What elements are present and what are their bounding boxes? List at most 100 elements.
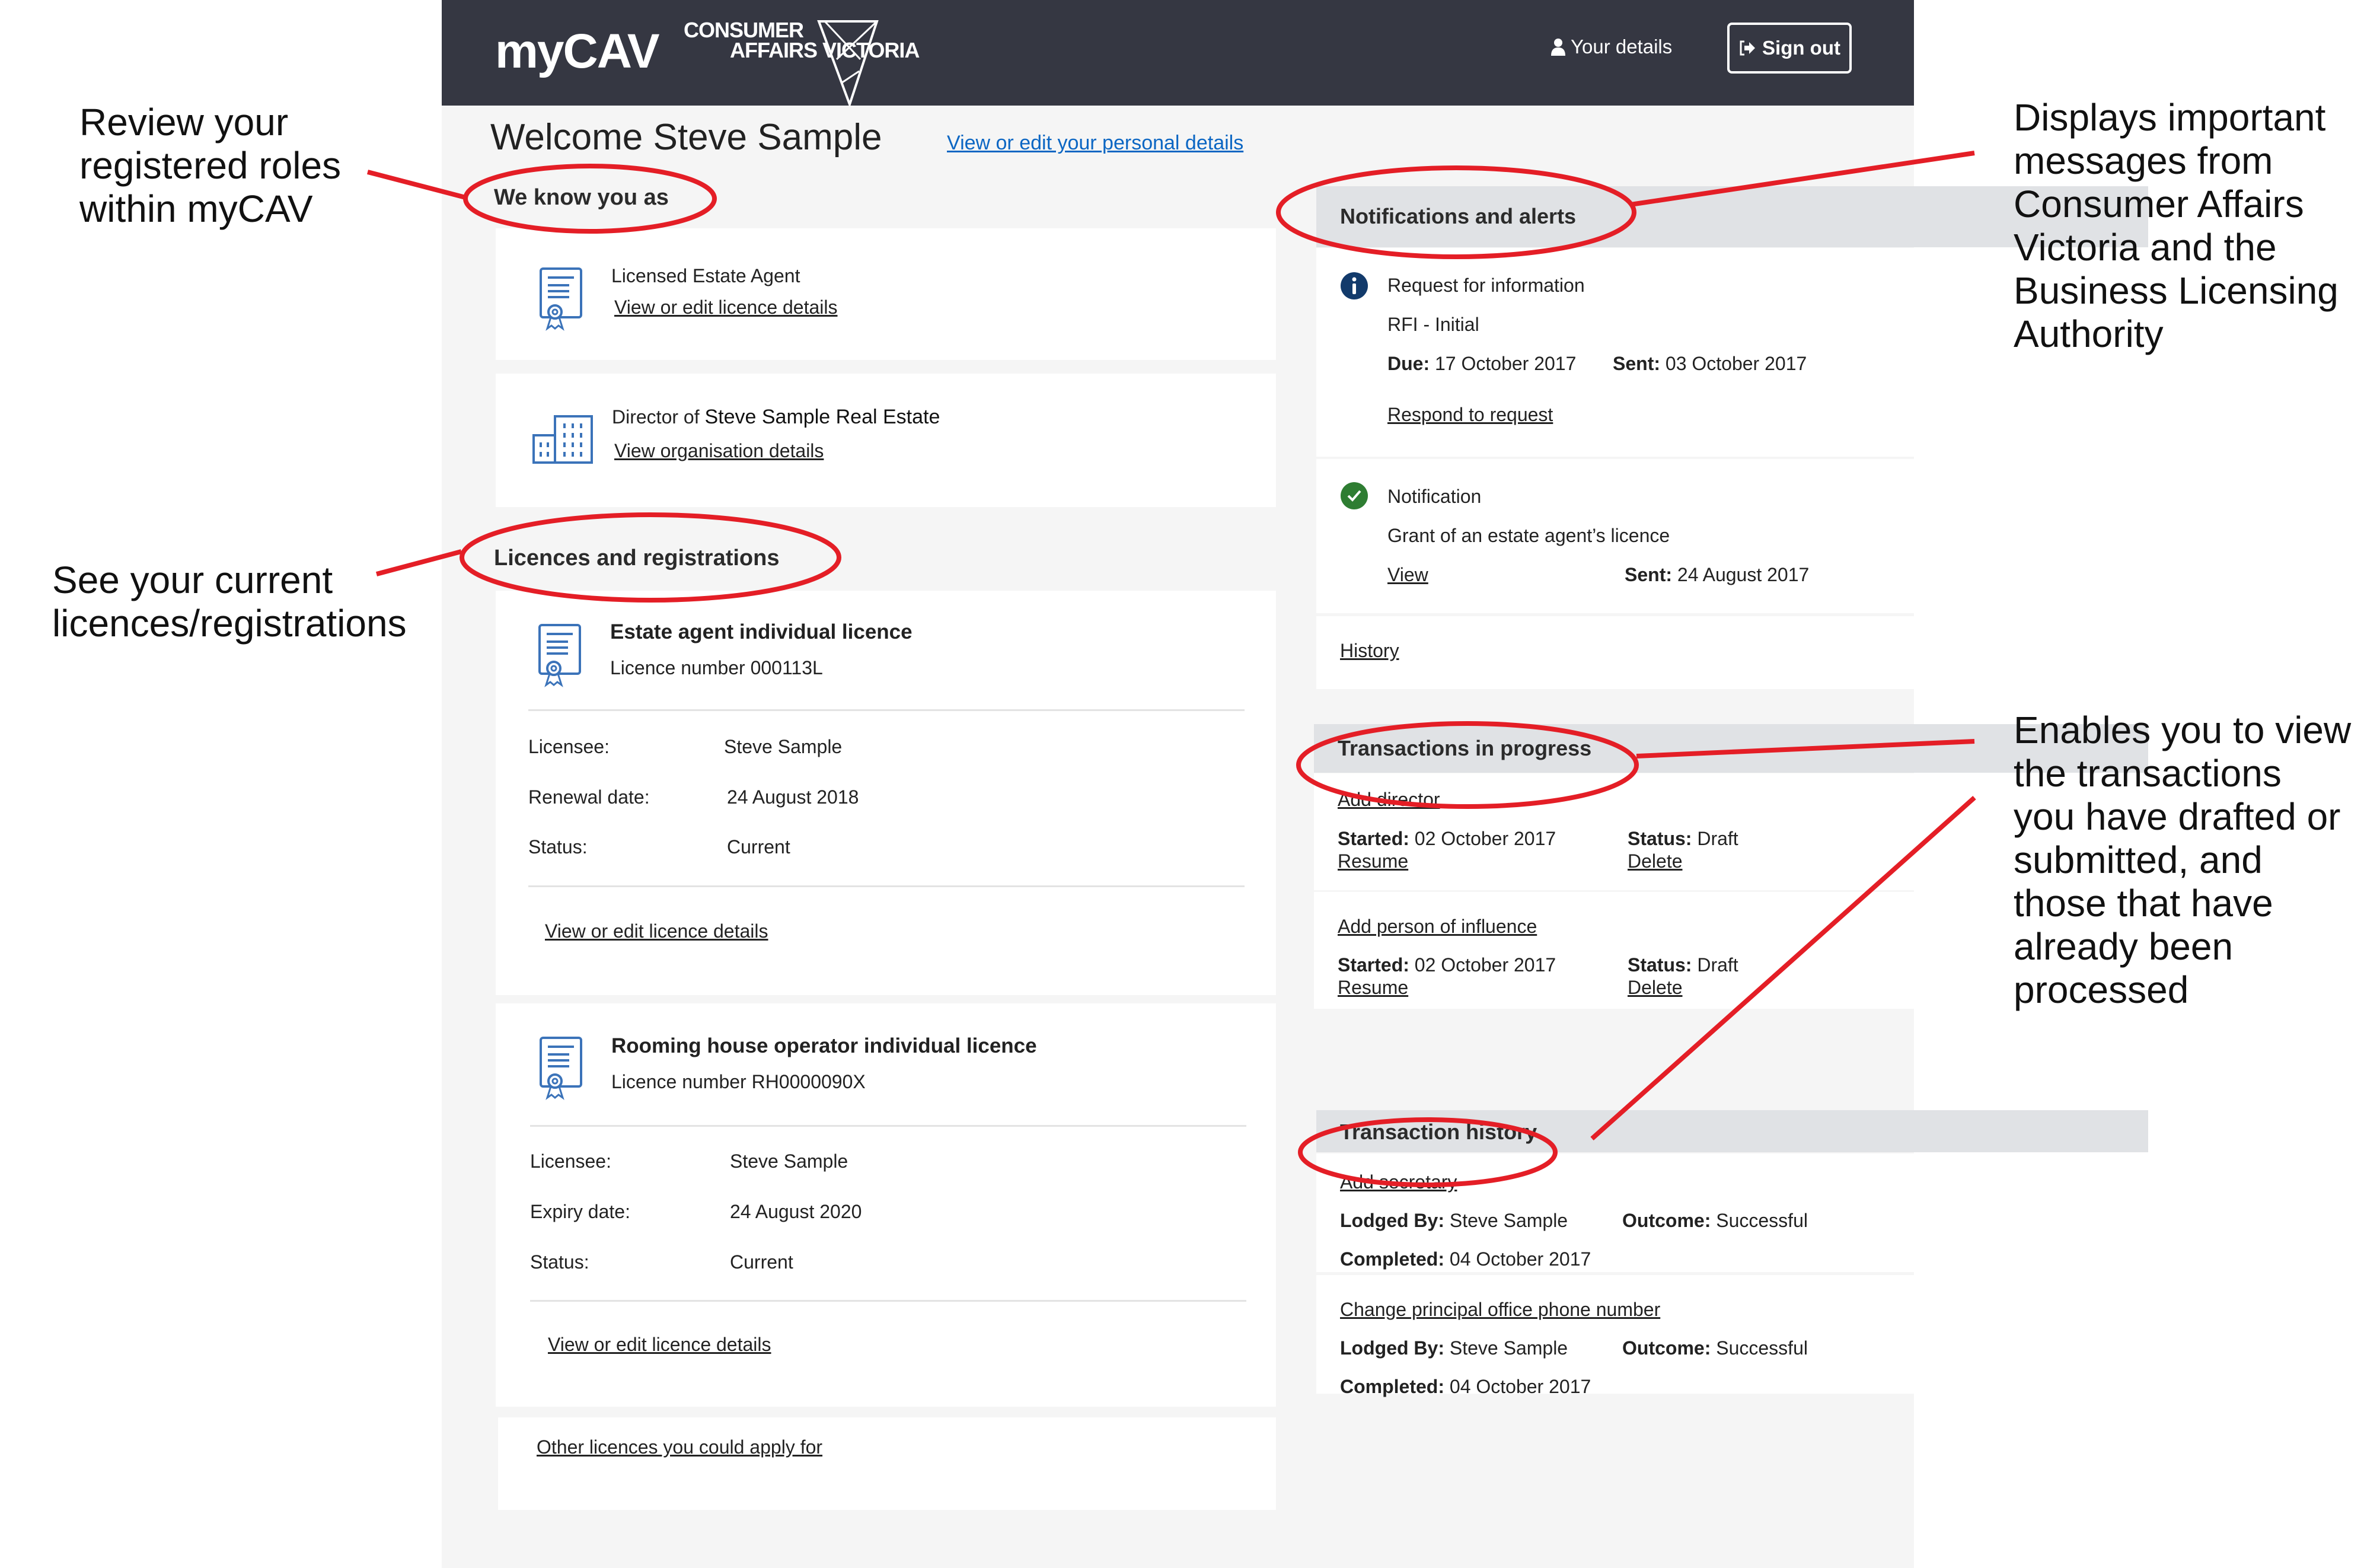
divider xyxy=(528,885,1245,887)
outcome: Outcome: Successful xyxy=(1622,1210,1808,1232)
annotation-notifications: Displays important messages from Consume… xyxy=(2014,96,2338,356)
lodged-label: Lodged By: xyxy=(1340,1210,1444,1231)
delete-link[interactable]: Delete xyxy=(1628,850,1683,872)
view-licence-details-link[interactable]: View or edit licence details xyxy=(614,297,838,318)
completed-date: Completed: 04 October 2017 xyxy=(1340,1248,1591,1270)
field-value: Current xyxy=(727,836,790,858)
licence-name: Rooming house operator individual licenc… xyxy=(611,1034,1037,1057)
field-value: Steve Sample xyxy=(724,736,843,757)
sent-date: Sent: 03 October 2017 xyxy=(1613,353,1807,375)
transactions-in-progress-heading: Transactions in progress xyxy=(1338,736,1592,760)
due-value: 17 October 2017 xyxy=(1435,353,1577,374)
view-notification-link[interactable]: View xyxy=(1387,564,1428,586)
history-item-link[interactable]: Add secretary xyxy=(1340,1171,1457,1193)
started-date: Started: 02 October 2017 xyxy=(1338,954,1556,976)
organisation-name: Steve Sample Real Estate xyxy=(704,406,940,428)
sent-label: Sent: xyxy=(1625,564,1672,585)
status-value: Draft xyxy=(1697,954,1738,976)
mycav-dashboard: myCAV CONSUMER AFFAIRS VICTORIA Your det… xyxy=(442,0,2148,1568)
completed-value: 04 October 2017 xyxy=(1449,1248,1591,1270)
notification-title: Notification xyxy=(1387,486,1482,507)
history-link[interactable]: History xyxy=(1340,640,1399,662)
notifications-heading: Notifications and alerts xyxy=(1340,204,1577,228)
licence-number: Licence number RH0000090X xyxy=(611,1071,866,1092)
sent-label: Sent: xyxy=(1613,353,1660,374)
page-title: Welcome Steve Sample xyxy=(490,117,882,158)
annotation-line: Enables you to view xyxy=(2014,709,2352,751)
field-value: 24 August 2020 xyxy=(730,1201,862,1222)
started-value: 02 October 2017 xyxy=(1414,828,1556,849)
transaction-name-link[interactable]: Add director xyxy=(1338,789,1440,811)
annotation-line: Review your xyxy=(79,101,289,144)
view-personal-details-link[interactable]: View or edit your personal details xyxy=(947,132,1243,155)
lodged-value: Steve Sample xyxy=(1449,1337,1568,1359)
outcome: Outcome: Successful xyxy=(1622,1337,1808,1359)
due-label: Due: xyxy=(1387,353,1430,374)
annotation-line: Business Licensing xyxy=(2014,269,2338,312)
completed-date: Completed: 04 October 2017 xyxy=(1340,1376,1591,1398)
history-item: Add secretary Lodged By: Steve Sample Ou… xyxy=(1316,1153,2146,1272)
field-label: Licensee: xyxy=(530,1150,611,1172)
status-value: Draft xyxy=(1697,828,1738,849)
other-licences-link[interactable]: Other licences you could apply for xyxy=(537,1436,822,1458)
director-role: Director of Steve Sample Real Estate xyxy=(612,406,940,429)
due-date: Due: 17 October 2017 xyxy=(1387,353,1576,375)
lodged-by: Lodged By: Steve Sample xyxy=(1340,1337,1568,1359)
transaction-name-link[interactable]: Add person of influence xyxy=(1338,916,1537,938)
view-organisation-details-link[interactable]: View organisation details xyxy=(614,440,824,462)
outcome-label: Outcome: xyxy=(1622,1210,1711,1231)
transaction-status: Status: Draft xyxy=(1628,954,1738,976)
licence-number: Licence number 000113L xyxy=(610,657,823,678)
divider xyxy=(530,1300,1246,1302)
notification-item-grant: Notification Grant of an estate agent’s … xyxy=(1316,459,2146,613)
top-navigation-bar: myCAV CONSUMER AFFAIRS VICTORIA Your det… xyxy=(442,0,1914,107)
status-label: Status: xyxy=(1628,954,1692,976)
notification-history-card: History xyxy=(1316,616,2145,689)
sent-date: Sent: 24 August 2017 xyxy=(1625,564,1809,586)
divider xyxy=(528,709,1245,711)
completed-value: 04 October 2017 xyxy=(1449,1376,1591,1397)
respond-to-request-link[interactable]: Respond to request xyxy=(1387,404,1553,426)
annotation-line: registered roles xyxy=(79,144,342,187)
lodged-value: Steve Sample xyxy=(1449,1210,1568,1231)
annotation-line: processed xyxy=(2014,968,2189,1011)
started-value: 02 October 2017 xyxy=(1414,954,1556,976)
field-value: Current xyxy=(730,1251,793,1273)
your-details-link[interactable]: Your details xyxy=(1550,36,1672,58)
annotation-roles: Review your registered roles within myCA… xyxy=(79,101,341,231)
resume-link[interactable]: Resume xyxy=(1338,850,1408,872)
role-card-director: Director of Steve Sample Real Estate Vie… xyxy=(496,374,1276,507)
started-date: Started: 02 October 2017 xyxy=(1338,828,1556,850)
notification-subtitle: Grant of an estate agent’s licence xyxy=(1387,525,1670,546)
view-licence-details-link[interactable]: View or edit licence details xyxy=(545,920,768,942)
view-licence-details-link[interactable]: View or edit licence details xyxy=(548,1334,771,1356)
victoria-triangle-icon xyxy=(817,20,879,107)
annotation-line: Victoria and the xyxy=(2014,226,2277,269)
user-icon xyxy=(1551,39,1565,56)
info-icon xyxy=(1341,272,1368,299)
field-label: Status: xyxy=(530,1251,589,1273)
mycav-logo[interactable]: myCAV xyxy=(495,24,660,79)
history-item: Change principal office phone number Lod… xyxy=(1316,1275,2146,1397)
outcome-label: Outcome: xyxy=(1622,1337,1711,1359)
started-label: Started: xyxy=(1338,954,1409,976)
certificate-icon xyxy=(540,1037,582,1100)
resume-link[interactable]: Resume xyxy=(1338,977,1408,999)
sent-value: 24 August 2017 xyxy=(1677,564,1810,585)
annotation-line: Authority xyxy=(2014,313,2164,355)
building-icon xyxy=(532,415,593,464)
delete-link[interactable]: Delete xyxy=(1628,977,1683,999)
check-circle-icon xyxy=(1341,482,1368,509)
your-details-label: Your details xyxy=(1571,36,1673,58)
field-label: Status: xyxy=(528,836,588,858)
director-prefix: Director of xyxy=(612,406,700,428)
annotation-line: you have drafted or xyxy=(2014,795,2341,838)
licences-and-registrations-heading: Licences and registrations xyxy=(494,546,780,571)
completed-label: Completed: xyxy=(1340,1376,1444,1397)
sign-out-button[interactable]: Sign out xyxy=(1727,23,1852,74)
completed-label: Completed: xyxy=(1340,1248,1444,1270)
consumer-affairs-victoria-logo[interactable]: CONSUMER AFFAIRS VICTORIA xyxy=(684,18,933,107)
started-label: Started: xyxy=(1338,828,1409,849)
annotation-licences: See your current licences/registrations xyxy=(52,559,407,645)
history-item-link[interactable]: Change principal office phone number xyxy=(1340,1299,1660,1321)
